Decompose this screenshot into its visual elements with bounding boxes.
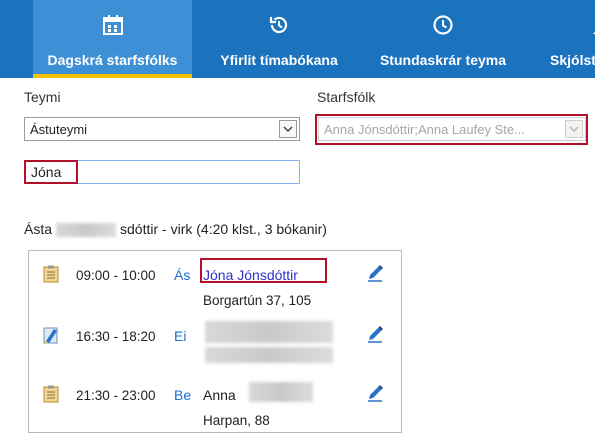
booking-code[interactable]: Be bbox=[174, 387, 191, 403]
redacted-text bbox=[56, 223, 117, 238]
booking-row[interactable]: 16:30 - 18:20 Ei bbox=[29, 316, 401, 372]
booking-time: 16:30 - 18:20 bbox=[76, 329, 156, 344]
redacted-name bbox=[205, 321, 333, 343]
tab-label: Dagskrá starfsfólks bbox=[47, 52, 178, 68]
booking-address: Borgartún 37, 105 bbox=[203, 293, 312, 308]
person-icon bbox=[593, 31, 595, 34]
tab-label: Stundaskrár teyma bbox=[379, 52, 507, 68]
booking-address: Harpan, 88 bbox=[203, 413, 270, 428]
booking-code[interactable]: Ei bbox=[174, 328, 186, 344]
staff-name-end: sdóttir bbox=[120, 221, 159, 237]
staff-name-start: Ásta bbox=[24, 221, 53, 237]
clock-icon bbox=[433, 15, 453, 35]
tab-staff-schedule[interactable]: Dagskrá starfsfólks bbox=[33, 0, 192, 78]
booking-list: 09:00 - 10:00 Ás Jóna Jónsdóttir Borgart… bbox=[28, 250, 402, 433]
tab-booking-overview[interactable]: Yfirlit tímabókana bbox=[200, 0, 358, 78]
team-select[interactable]: Ástuteymi bbox=[24, 117, 300, 141]
calendar-icon bbox=[102, 15, 123, 35]
redacted-surname bbox=[249, 382, 313, 402]
clipboard-icon bbox=[43, 385, 59, 403]
chevron-down-icon bbox=[283, 126, 293, 133]
booking-code[interactable]: Ás bbox=[174, 267, 190, 283]
team-dropdown-button[interactable] bbox=[279, 120, 297, 138]
redacted-address bbox=[205, 347, 333, 363]
staff-select-highlight bbox=[315, 114, 588, 145]
team-label: Teymi bbox=[24, 89, 61, 105]
clipboard-icon bbox=[43, 265, 59, 283]
booking-time: 21:30 - 23:00 bbox=[76, 388, 156, 403]
booking-time: 09:00 - 10:00 bbox=[76, 268, 156, 283]
tab-team-timetables[interactable]: Stundaskrár teyma bbox=[362, 0, 524, 78]
history-icon bbox=[269, 16, 288, 34]
top-navigation: Dagskrá starfsfólks Yfirlit tímabókana S… bbox=[0, 0, 595, 78]
tab-clients[interactable]: Skjólst bbox=[536, 0, 595, 78]
team-select-value: Ástuteymi bbox=[30, 122, 88, 137]
booking-row[interactable]: 21:30 - 23:00 Be Anna Harpan, 88 bbox=[29, 375, 401, 431]
pencil-icon[interactable] bbox=[365, 324, 385, 344]
staff-summary: - virk (4:20 klst., 3 bókanir) bbox=[158, 221, 327, 237]
pencil-icon[interactable] bbox=[365, 263, 385, 283]
tab-label: Yfirlit tímabókana bbox=[220, 52, 338, 68]
staff-label: Starfsfólk bbox=[317, 89, 376, 105]
tab-label: Skjólst bbox=[550, 52, 595, 68]
client-name-highlight bbox=[200, 258, 327, 283]
pencil-icon[interactable] bbox=[365, 383, 385, 403]
booking-client-name[interactable]: Anna bbox=[203, 387, 236, 403]
notepad-pen-icon bbox=[43, 327, 58, 344]
search-highlight bbox=[24, 160, 78, 184]
staff-heading: Ásta sdóttir - virk (4:20 klst., 3 bókani… bbox=[24, 221, 327, 238]
